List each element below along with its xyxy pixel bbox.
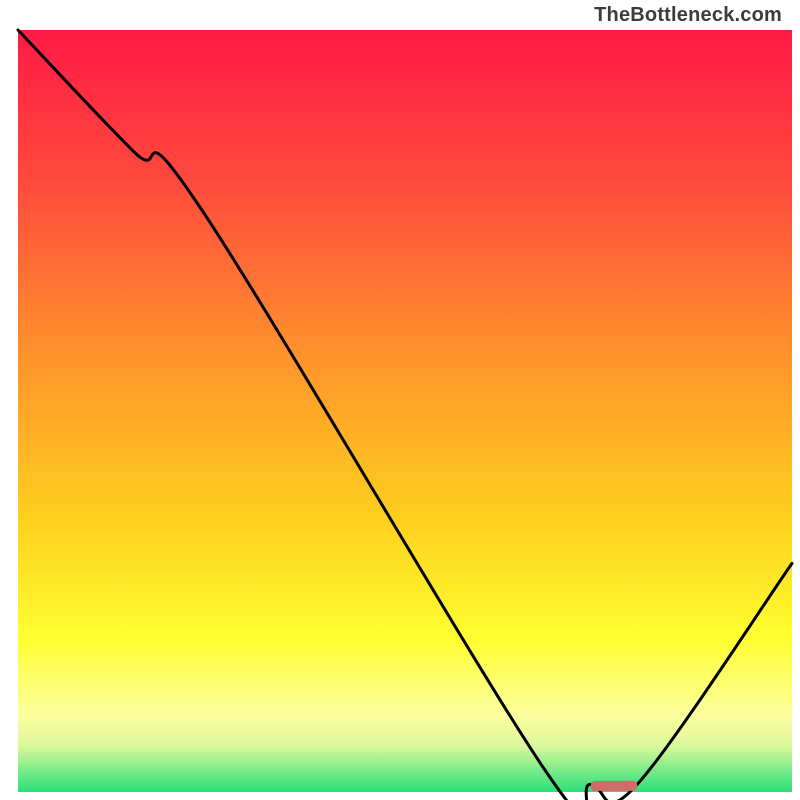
gradient-background [18,30,792,792]
watermark-text: TheBottleneck.com [594,4,782,27]
bottleneck-chart [0,0,800,800]
optimal-range-marker [591,781,637,791]
